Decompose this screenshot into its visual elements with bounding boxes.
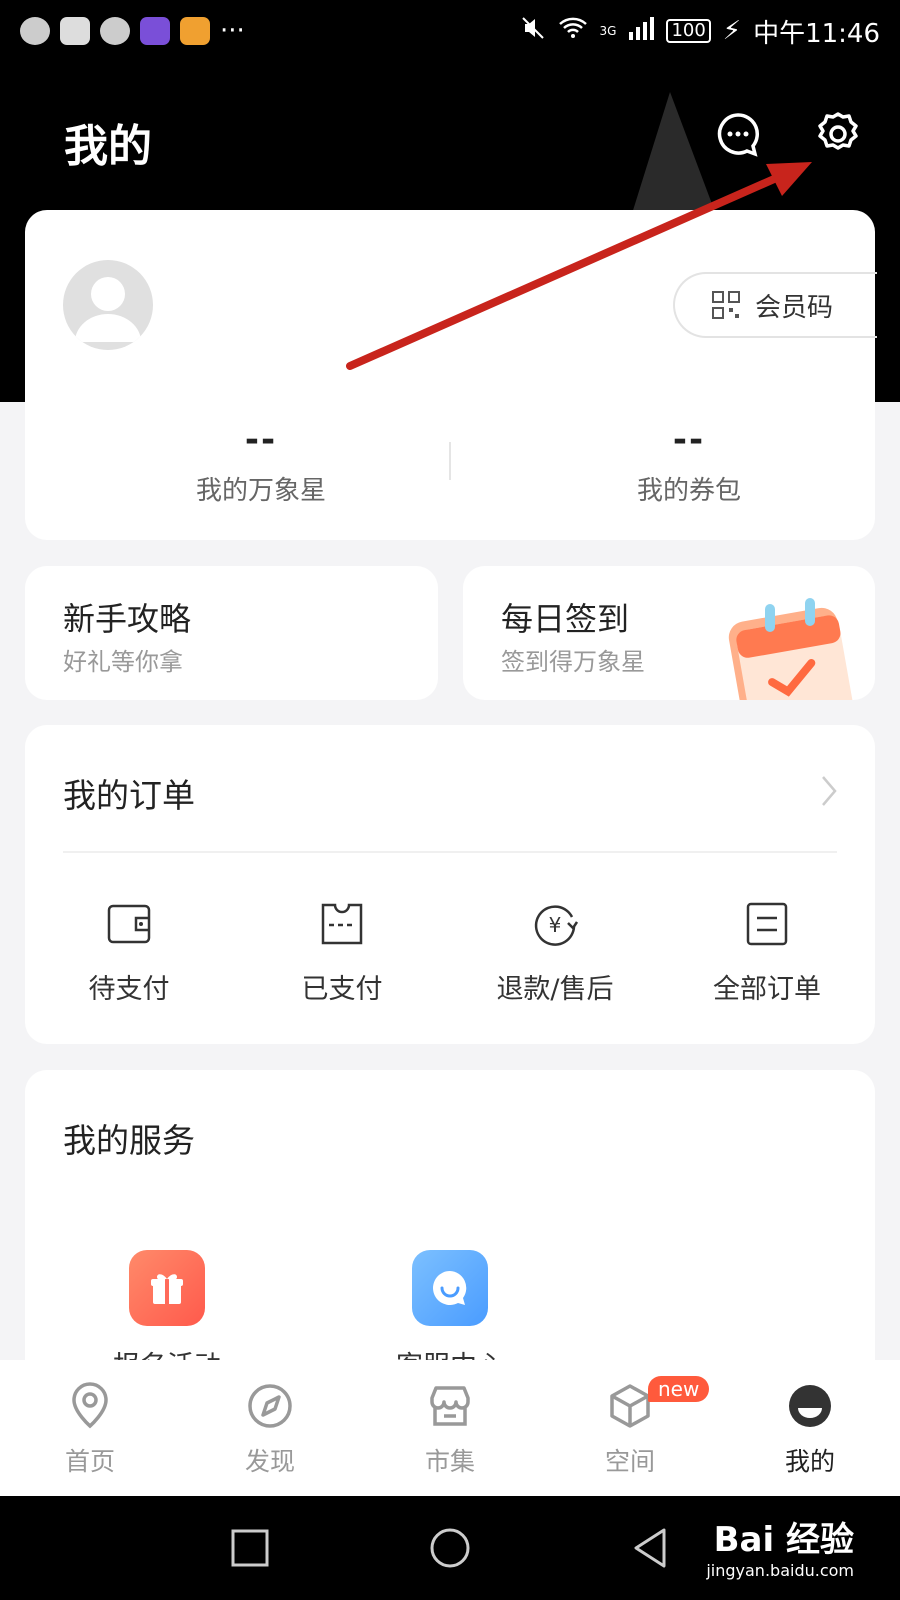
order-all[interactable]: 全部订单: [667, 901, 867, 1006]
calendar-check-icon: [728, 598, 854, 700]
refund-yen-icon: ¥: [534, 905, 579, 946]
mute-icon: [520, 15, 546, 48]
stars-stat[interactable]: -- 我的万象星: [111, 420, 411, 507]
newbie-guide-card[interactable]: 新手攻略 好礼等你拿: [25, 566, 438, 700]
ticket-icon: [321, 903, 363, 945]
new-badge: new: [648, 1376, 710, 1402]
system-navigation-bar: Bai 经验 jingyan.baidu.com: [0, 1496, 900, 1600]
back-button[interactable]: [628, 1526, 672, 1570]
baidu-watermark: Bai 经验 jingyan.baidu.com: [706, 1512, 854, 1580]
newbie-guide-subtitle: 好礼等你拿: [63, 648, 183, 676]
bottom-tab-bar: 首页 发现 市集 空间 我的: [0, 1360, 900, 1496]
cube-icon: [610, 1384, 650, 1428]
store-icon: [430, 1386, 470, 1426]
wechat-icon: [100, 17, 130, 45]
daily-checkin-title: 每日签到: [501, 600, 630, 638]
stars-value: --: [244, 420, 278, 460]
compass-icon: [248, 1384, 292, 1428]
watermark-brand: Bai 经验: [713, 1520, 854, 1560]
huawei-app-icon: [60, 17, 90, 45]
order-paid[interactable]: 已支付: [242, 901, 442, 1006]
wallet-icon: [107, 904, 151, 944]
message-button[interactable]: [714, 110, 762, 158]
status-bar: ··· 3G 100 ⚡ 中午11:46: [0, 0, 900, 62]
order-all-label: 全部订单: [713, 974, 821, 1005]
coupon-value: --: [672, 420, 706, 460]
charging-icon: ⚡: [722, 16, 742, 46]
notification-icons: ···: [20, 16, 245, 46]
page-title: 我的: [64, 121, 152, 172]
newbie-guide-title: 新手攻略: [63, 600, 192, 638]
clock: 中午11:46: [753, 18, 880, 49]
orders-title: 我的订单: [63, 776, 195, 815]
network-type: 3G: [599, 24, 617, 38]
member-code-button[interactable]: 会员码: [673, 272, 877, 338]
daily-checkin-subtitle: 签到得万象星: [501, 648, 645, 676]
wifi-icon: [558, 16, 588, 47]
settings-button[interactable]: [814, 110, 862, 158]
chat-bubble-icon: [717, 113, 759, 157]
tab-market-label: 市集: [424, 1447, 475, 1476]
recent-apps-button[interactable]: [228, 1526, 272, 1570]
orders-card: 我的订单 待支付 已支付 ¥ 退款/售后 全部订单: [25, 725, 875, 1044]
tab-space-label: 空间: [604, 1447, 655, 1476]
default-avatar-icon: [75, 277, 141, 342]
order-paid-label: 已支付: [301, 974, 383, 1005]
order-pending-payment[interactable]: 待支付: [29, 901, 229, 1006]
avatar[interactable]: [63, 260, 153, 350]
services-title: 我的服务: [63, 1121, 195, 1160]
order-refund-label: 退款/售后: [496, 974, 614, 1005]
profile-card: 会员码 -- 我的万象星 -- 我的券包: [25, 210, 877, 540]
orders-divider: [63, 851, 837, 853]
tab-market[interactable]: 市集: [390, 1382, 510, 1478]
signal-icon: [628, 16, 655, 47]
system-status: 3G 100 ⚡ 中午11:46: [520, 13, 880, 50]
battery-level: 100: [666, 19, 711, 43]
location-pin-icon: [72, 1382, 108, 1429]
app-notification-icon-2: [180, 17, 210, 45]
tab-home-label: 首页: [64, 1447, 115, 1476]
app-notification-icon: [140, 17, 170, 45]
svg-text:¥: ¥: [549, 913, 562, 937]
gift-icon: [129, 1250, 205, 1326]
chevron-right-icon[interactable]: [819, 773, 839, 809]
more-notifications-icon: ···: [220, 16, 245, 46]
order-refund[interactable]: ¥ 退款/售后: [455, 901, 655, 1006]
coupon-label: 我的券包: [636, 476, 741, 506]
tab-discover-label: 发现: [244, 1447, 295, 1476]
message-notification-icon: [20, 17, 50, 45]
chat-smile-icon: [412, 1250, 488, 1326]
tab-mine-label: 我的: [784, 1447, 835, 1476]
profile-face-icon: [789, 1385, 831, 1427]
stars-label: 我的万象星: [195, 476, 326, 506]
stat-divider: [449, 442, 451, 480]
tab-home[interactable]: 首页: [30, 1382, 150, 1478]
gear-icon: [818, 112, 858, 150]
tab-mine[interactable]: 我的: [750, 1382, 870, 1478]
order-pending-payment-label: 待支付: [88, 974, 170, 1005]
qr-code-icon: [712, 291, 740, 319]
home-button[interactable]: [428, 1526, 472, 1570]
member-code-label: 会员码: [755, 292, 834, 323]
coupon-stat[interactable]: -- 我的券包: [539, 420, 839, 507]
tab-discover[interactable]: 发现: [210, 1382, 330, 1478]
daily-checkin-card[interactable]: 每日签到 签到得万象星: [463, 566, 875, 700]
watermark-url: jingyan.baidu.com: [706, 1561, 854, 1580]
list-icon: [746, 902, 788, 946]
